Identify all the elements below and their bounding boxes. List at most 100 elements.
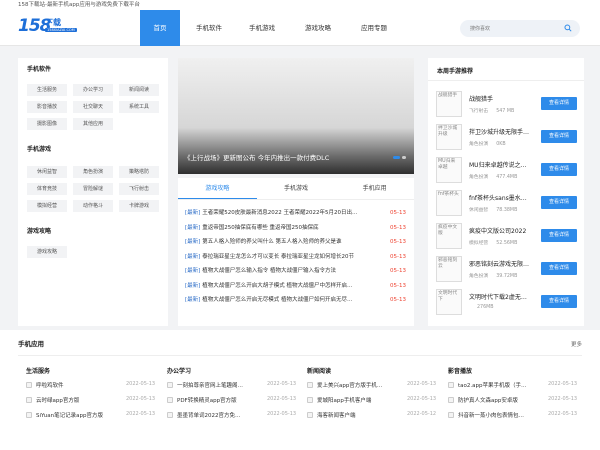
app-item[interactable]: SiYuan笔记记录app官方版 2022-05-13 — [26, 410, 156, 425]
news-item[interactable]: [最新] 泰拉瑞亚星尘龙怎么才可以变长 泰拉瑞亚星尘龙如何增长20节 05-13 — [185, 250, 406, 265]
view-details-button[interactable]: 查看详情 — [541, 262, 577, 275]
news-title[interactable]: 植物大战僵尸怎么开启无尽模式 植物大战僵尸如何开启无尽… — [202, 293, 384, 308]
news-title[interactable]: 第五人格入殓师的养父叫什么 第五人格入殓师的养父是谁 — [202, 235, 384, 250]
news-item[interactable]: [最新] 第五人格入殓师的养父叫什么 第五人格入殓师的养父是谁 05-13 — [185, 235, 406, 250]
more-link[interactable]: 更多 — [571, 340, 582, 348]
app-item[interactable]: 爱城阳app手机客户端 2022-05-13 — [307, 395, 437, 410]
app-name[interactable]: PDF转换精灵app官方版 — [177, 396, 265, 404]
app-name[interactable]: SiYuan笔记记录app官方版 — [36, 411, 124, 419]
news-item[interactable]: [最新] 重返帝国250抽保底有哪些 重返帝国250抽保底 05-13 — [185, 221, 406, 236]
tag-other-apps[interactable]: 其他应用 — [73, 118, 113, 130]
view-details-button[interactable]: 查看详情 — [541, 163, 577, 176]
tag-sports[interactable]: 体育竞技 — [27, 183, 67, 195]
tag-office-study[interactable]: 办公学习 — [73, 84, 113, 96]
app-name[interactable]: 云时绿app官方版 — [36, 396, 124, 404]
game-name[interactable]: MU归来卓越传说之… — [469, 160, 537, 169]
tag-adventure[interactable]: 冒险解谜 — [73, 183, 113, 195]
app-name[interactable]: 墨墨背单词2022官方免… — [177, 411, 265, 419]
slider-dot[interactable] — [402, 156, 406, 159]
app-item[interactable]: PDF转换精灵app官方版 2022-05-13 — [167, 395, 297, 410]
view-details-button[interactable]: 查看详情 — [541, 229, 577, 242]
news-tag: [最新] — [185, 268, 201, 274]
view-details-button[interactable]: 查看详情 — [541, 97, 577, 110]
search-icon[interactable] — [564, 24, 572, 32]
game-thumbnail[interactable]: 文明时代下 — [436, 289, 462, 315]
tag-casual-puzzle[interactable]: 休闲益智 — [27, 166, 67, 178]
game-thumbnail[interactable]: 邪恶铭刻云 — [436, 256, 462, 282]
app-name[interactable]: 爱城阳app手机客户端 — [317, 396, 405, 404]
news-item[interactable]: [最新] 植物大战僵尸怎么输入指令 植物大战僵尸输入指令方法 05-13 — [185, 264, 406, 279]
news-item[interactable]: [最新] 王者荣耀520皮肤最新消息2022 王者荣耀2022年5月20日出… 05… — [185, 206, 406, 221]
column-title[interactable]: 新闻阅读 — [307, 366, 437, 380]
tag-strategy[interactable]: 策略塔防 — [119, 166, 159, 178]
news-title[interactable]: 植物大战僵尸怎么开启大胡子模式 植物大战僵尸中怎样开启… — [202, 279, 384, 294]
tag-action[interactable]: 动作格斗 — [73, 200, 113, 212]
game-name[interactable]: 战舰猎手 — [469, 94, 537, 103]
tag-simulation[interactable]: 模拟经营 — [27, 200, 67, 212]
game-thumbnail[interactable]: MU归来卓越 — [436, 157, 462, 183]
nav-home[interactable]: 首页 — [140, 10, 180, 46]
game-thumbnail[interactable]: 疯疫中文版 — [436, 223, 462, 249]
tag-system-tools[interactable]: 系统工具 — [119, 101, 159, 113]
nav-game-guides[interactable]: 游戏攻略 — [294, 10, 342, 46]
app-item[interactable]: tao2.app苹果手机版（手… 2022-05-13 — [448, 380, 578, 395]
app-item[interactable]: 防护真人文森app安卓版 2022-05-13 — [448, 395, 578, 410]
slider-dot-active[interactable] — [393, 156, 400, 159]
game-name[interactable]: 拌卫沙城升级无限手… — [469, 127, 537, 136]
app-name[interactable]: 呼啦鸡软件 — [36, 381, 124, 389]
view-details-button[interactable]: 查看详情 — [541, 130, 577, 143]
app-item[interactable]: 一刻拍尊亲官网上笔趣阁… 2022-05-13 — [167, 380, 297, 395]
search-input[interactable] — [470, 23, 555, 34]
app-name[interactable]: 抖音新一蒸小肉包表情包… — [458, 411, 546, 419]
tag-rpg[interactable]: 角色扮演 — [73, 166, 113, 178]
column-title[interactable]: 办公学习 — [167, 366, 297, 380]
app-item[interactable]: 墨墨背单词2022官方免… 2022-05-13 — [167, 410, 297, 425]
app-name[interactable]: 爱上美兴app官方版手机… — [317, 381, 405, 389]
app-item[interactable]: 呼啦鸡软件 2022-05-13 — [26, 380, 156, 395]
nav-app-topics[interactable]: 应用专题 — [350, 10, 398, 46]
app-item[interactable]: 云时绿app官方版 2022-05-13 — [26, 395, 156, 410]
game-thumbnail[interactable]: 战舰猎手 — [436, 91, 462, 117]
apps-column-life: 生活服务 呼啦鸡软件 2022-05-13 云时绿app官方版 2022-05-13… — [26, 366, 156, 425]
tab-mobile-games[interactable]: 手机游戏 — [257, 178, 336, 199]
game-category: 角色扮演 — [469, 142, 489, 147]
news-item[interactable]: [最新] 植物大战僵尸怎么开启大胡子模式 植物大战僵尸中怎样开启… 05-13 — [185, 279, 406, 294]
news-title[interactable]: 泰拉瑞亚星尘龙怎么才可以变长 泰拉瑞亚星尘龙如何增长20节 — [202, 250, 384, 265]
tab-mobile-apps[interactable]: 手机应用 — [335, 178, 414, 199]
nav-mobile-games[interactable]: 手机游戏 — [238, 10, 286, 46]
tag-news-reading[interactable]: 新闻阅读 — [119, 84, 159, 96]
game-name[interactable]: fnf茶杯头sans墨水… — [469, 193, 537, 202]
site-logo[interactable]: 158 下载 158XIAZAI.COM — [18, 16, 77, 40]
app-name[interactable]: 一刻拍尊亲官网上笔趣阁… — [177, 381, 265, 389]
tab-game-guides[interactable]: 游戏攻略 — [178, 178, 257, 199]
banner-slider[interactable]: 《上行战场》更新图公布 今年内推出一款付费DLC — [178, 58, 414, 174]
tag-shooting[interactable]: 飞行射击 — [119, 183, 159, 195]
game-thumbnail[interactable]: fnf茶杯头 — [436, 190, 462, 216]
view-details-button[interactable]: 查看详情 — [541, 295, 577, 308]
view-details-button[interactable]: 查看详情 — [541, 196, 577, 209]
banner-caption[interactable]: 《上行战场》更新图公布 今年内推出一款付费DLC — [184, 152, 329, 162]
tag-card[interactable]: 卡牌游戏 — [119, 200, 159, 212]
tag-photo-image[interactable]: 摄影图像 — [27, 118, 67, 130]
tag-social-chat[interactable]: 社交聊天 — [73, 101, 113, 113]
app-item[interactable]: 爱上美兴app官方版手机… 2022-05-13 — [307, 380, 437, 395]
news-title[interactable]: 重返帝国250抽保底有哪些 重返帝国250抽保底 — [202, 221, 384, 236]
tag-life-service[interactable]: 生活服务 — [27, 84, 67, 96]
game-name[interactable]: 邪恶铭刻云游戏无限… — [469, 259, 537, 268]
column-title[interactable]: 影音播放 — [448, 366, 578, 380]
app-name[interactable]: 防护真人文森app安卓版 — [458, 396, 546, 404]
tag-game-guide[interactable]: 游戏攻略 — [27, 246, 67, 258]
app-name[interactable]: 海客新闻客户端 — [317, 411, 405, 419]
news-title[interactable]: 植物大战僵尸怎么输入指令 植物大战僵尸输入指令方法 — [202, 264, 384, 279]
news-title[interactable]: 王者荣耀520皮肤最新消息2022 王者荣耀2022年5月20日出… — [202, 206, 384, 221]
column-title[interactable]: 生活服务 — [26, 366, 156, 380]
app-item[interactable]: 海客新闻客户端 2022-05-12 — [307, 410, 437, 425]
game-name[interactable]: 疯疫中文版公司2022 — [469, 226, 537, 235]
app-name[interactable]: tao2.app苹果手机版（手… — [458, 381, 546, 389]
nav-mobile-software[interactable]: 手机软件 — [192, 10, 226, 46]
game-thumbnail[interactable]: 拌卫沙城升级 — [436, 124, 462, 150]
app-item[interactable]: 抖音新一蒸小肉包表情包… 2022-05-13 — [448, 410, 578, 425]
news-item[interactable]: [最新] 植物大战僵尸怎么开启无尽模式 植物大战僵尸如何开启无尽… 05-13 — [185, 293, 406, 308]
tag-media-player[interactable]: 影音播放 — [27, 101, 67, 113]
game-name[interactable]: 文明时代下载2虚无… — [469, 292, 537, 301]
